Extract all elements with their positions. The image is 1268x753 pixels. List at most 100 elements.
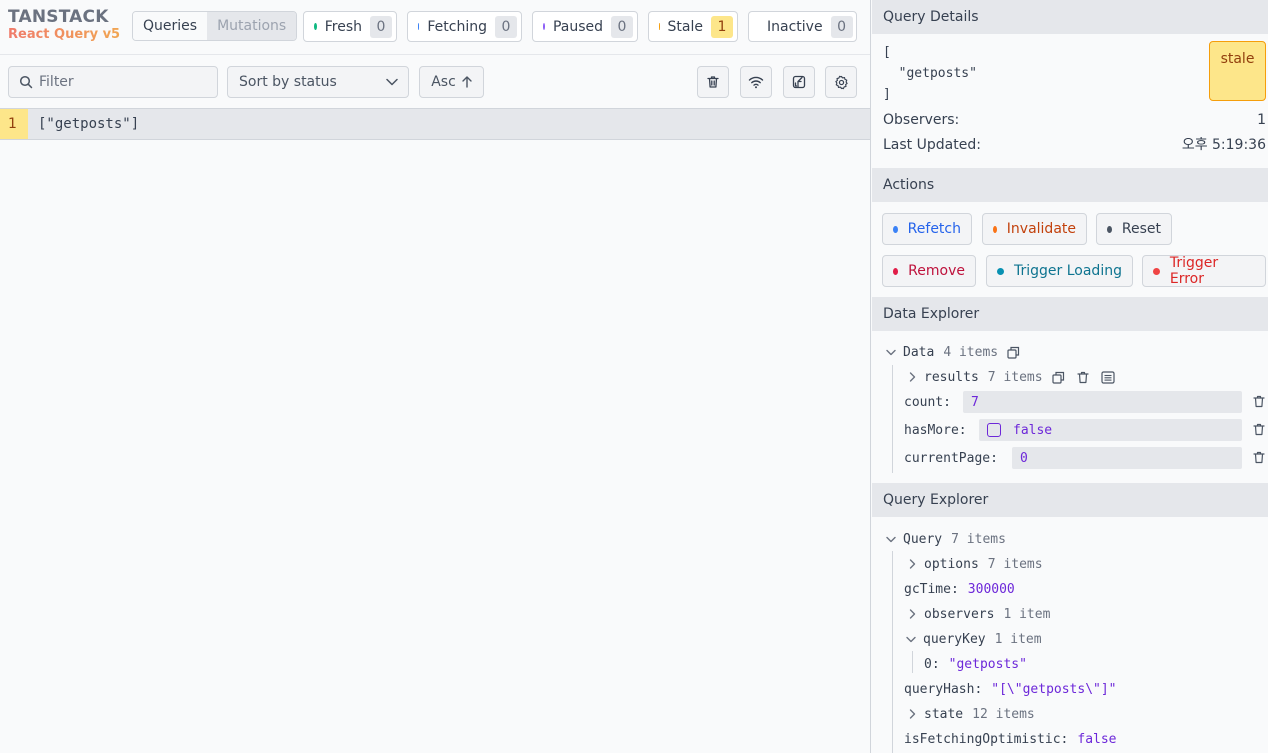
observers-label: Observers: bbox=[883, 112, 960, 128]
gear-icon bbox=[834, 75, 849, 90]
tree-label: Data bbox=[903, 344, 935, 360]
hasmore-value[interactable]: false bbox=[979, 419, 1242, 441]
chevron-right-icon bbox=[906, 559, 918, 569]
count-value[interactable]: 7 bbox=[963, 391, 1242, 413]
trash-icon[interactable] bbox=[1253, 451, 1265, 464]
status-paused[interactable]: Paused 0 bbox=[532, 11, 638, 42]
currentpage-value[interactable]: 0 bbox=[1012, 447, 1242, 469]
status-count: 0 bbox=[370, 15, 392, 38]
tree-meta: 7 items bbox=[951, 531, 1006, 547]
tree-meta: 7 items bbox=[987, 369, 1043, 385]
toolbar-divider bbox=[0, 54, 870, 55]
field-value: false bbox=[1077, 731, 1117, 747]
status-fetching[interactable]: Fetching 0 bbox=[407, 11, 522, 42]
last-updated-label: Last Updated: bbox=[883, 137, 981, 153]
details-panel: Query Details [ "getposts" ] stale Obser… bbox=[872, 0, 1268, 753]
settings-button[interactable] bbox=[825, 66, 857, 98]
filter-placeholder: Filter bbox=[39, 74, 74, 90]
clear-cache-button[interactable] bbox=[697, 66, 729, 98]
sort-order-button[interactable]: Asc bbox=[419, 66, 484, 98]
invalidate-button[interactable]: Invalidate bbox=[982, 213, 1087, 245]
refetch-button[interactable]: Refetch bbox=[882, 213, 972, 245]
stale-dot-icon bbox=[659, 23, 660, 30]
query-details-header: Query Details bbox=[872, 0, 1268, 34]
chevron-right-icon bbox=[906, 709, 918, 719]
sort-selected: Sort by status bbox=[239, 74, 337, 90]
tree-guide bbox=[912, 651, 913, 673]
action-label: Trigger Loading bbox=[1014, 263, 1122, 279]
tab-mutations[interactable]: Mutations bbox=[207, 12, 297, 40]
isfetchingoptimistic-row: isFetchingOptimistic: false bbox=[904, 728, 1117, 750]
view-toggle: Queries Mutations bbox=[132, 11, 298, 41]
querykey-row[interactable]: queryKey 1 item bbox=[905, 628, 1042, 650]
count-row: count: bbox=[904, 391, 951, 413]
tree-meta: 1 item bbox=[1003, 606, 1051, 622]
action-label: Refetch bbox=[907, 221, 961, 237]
field-key: gcTime: bbox=[904, 581, 959, 597]
data-root-row[interactable]: Data 4 items bbox=[885, 341, 1020, 363]
popout-button[interactable] bbox=[783, 66, 815, 98]
tree-meta: 12 items bbox=[972, 706, 1035, 722]
trigger-error-button[interactable]: Trigger Error bbox=[1142, 255, 1266, 287]
state-row[interactable]: state 12 items bbox=[906, 703, 1035, 725]
actions-header: Actions bbox=[872, 168, 1268, 202]
tree-guide bbox=[892, 551, 893, 753]
data-explorer-body: Data 4 items results 7 items count: 7 ha… bbox=[872, 331, 1268, 483]
tanstack-logo[interactable]: TANSTACK React Query v5 bbox=[8, 7, 120, 43]
refetch-dot-icon bbox=[893, 225, 898, 233]
query-explorer-header: Query Explorer bbox=[872, 483, 1268, 517]
gctime-row: gcTime: 300000 bbox=[904, 578, 1015, 600]
actions-body: Refetch Invalidate Reset Remove Trigger … bbox=[872, 202, 1268, 297]
status-count: 0 bbox=[495, 15, 517, 38]
status-stale[interactable]: Stale 1 bbox=[648, 11, 738, 42]
copy-icon[interactable] bbox=[1051, 371, 1065, 384]
remove-button[interactable]: Remove bbox=[882, 255, 976, 287]
tree-label: Query bbox=[903, 531, 943, 547]
results-row[interactable]: results 7 items bbox=[906, 366, 1115, 388]
chevron-down-icon bbox=[386, 78, 398, 86]
status-label: Fresh bbox=[324, 18, 362, 35]
action-label: Remove bbox=[908, 263, 965, 279]
checkbox-icon[interactable] bbox=[987, 423, 1001, 437]
options-row[interactable]: options 7 items bbox=[906, 553, 1043, 575]
search-icon bbox=[19, 75, 33, 89]
sort-select[interactable]: Sort by status bbox=[227, 66, 409, 98]
filter-input[interactable]: Filter bbox=[8, 66, 218, 98]
trash-icon[interactable] bbox=[1253, 423, 1265, 436]
field-value: "getposts" bbox=[948, 656, 1027, 672]
queries-panel: TANSTACK React Query v5 Queries Mutation… bbox=[0, 0, 871, 753]
query-row[interactable]: 1 ["getposts"] bbox=[0, 109, 870, 140]
reset-button[interactable]: Reset bbox=[1096, 213, 1172, 245]
last-updated-value: 오후 5:19:36 bbox=[1181, 137, 1266, 153]
tree-label: state bbox=[924, 706, 964, 722]
query-observer-count: 1 bbox=[0, 109, 28, 139]
fetching-dot-icon bbox=[418, 23, 420, 30]
sort-order-label: Asc bbox=[431, 74, 456, 90]
status-label: Inactive bbox=[767, 18, 823, 35]
trash-icon[interactable] bbox=[1253, 395, 1265, 408]
status-fresh[interactable]: Fresh 0 bbox=[303, 11, 397, 42]
chevron-right-icon bbox=[906, 609, 918, 619]
query-key: ["getposts"] bbox=[38, 116, 140, 132]
tree-meta: 1 item bbox=[994, 631, 1042, 647]
last-updated-row: Last Updated: 오후 5:19:36 bbox=[872, 133, 1267, 158]
query-root-row[interactable]: Query 7 items bbox=[885, 528, 1006, 550]
trigger-loading-dot-icon bbox=[997, 267, 1004, 275]
logo-title: TANSTACK bbox=[8, 7, 109, 27]
status-badge: stale bbox=[1209, 41, 1266, 101]
status-inactive[interactable]: Inactive 0 bbox=[748, 11, 857, 42]
list-icon[interactable] bbox=[1100, 370, 1115, 384]
tree-label: observers bbox=[924, 606, 995, 622]
online-toggle-button[interactable] bbox=[740, 66, 772, 98]
action-label: Invalidate bbox=[1006, 221, 1076, 237]
currentpage-row: currentPage: bbox=[904, 447, 998, 469]
trigger-loading-button[interactable]: Trigger Loading bbox=[986, 255, 1133, 287]
copy-icon[interactable] bbox=[1007, 346, 1020, 359]
query-details-body: [ "getposts" ] stale Observers: 1 Last U… bbox=[872, 34, 1268, 168]
hasmore-row: hasMore: bbox=[904, 419, 967, 441]
observers-tree-row[interactable]: observers 1 item bbox=[906, 603, 1050, 625]
popout-icon bbox=[792, 75, 806, 89]
tab-queries[interactable]: Queries bbox=[133, 12, 208, 40]
status-count: 1 bbox=[711, 15, 733, 38]
trash-icon[interactable] bbox=[1076, 371, 1089, 384]
